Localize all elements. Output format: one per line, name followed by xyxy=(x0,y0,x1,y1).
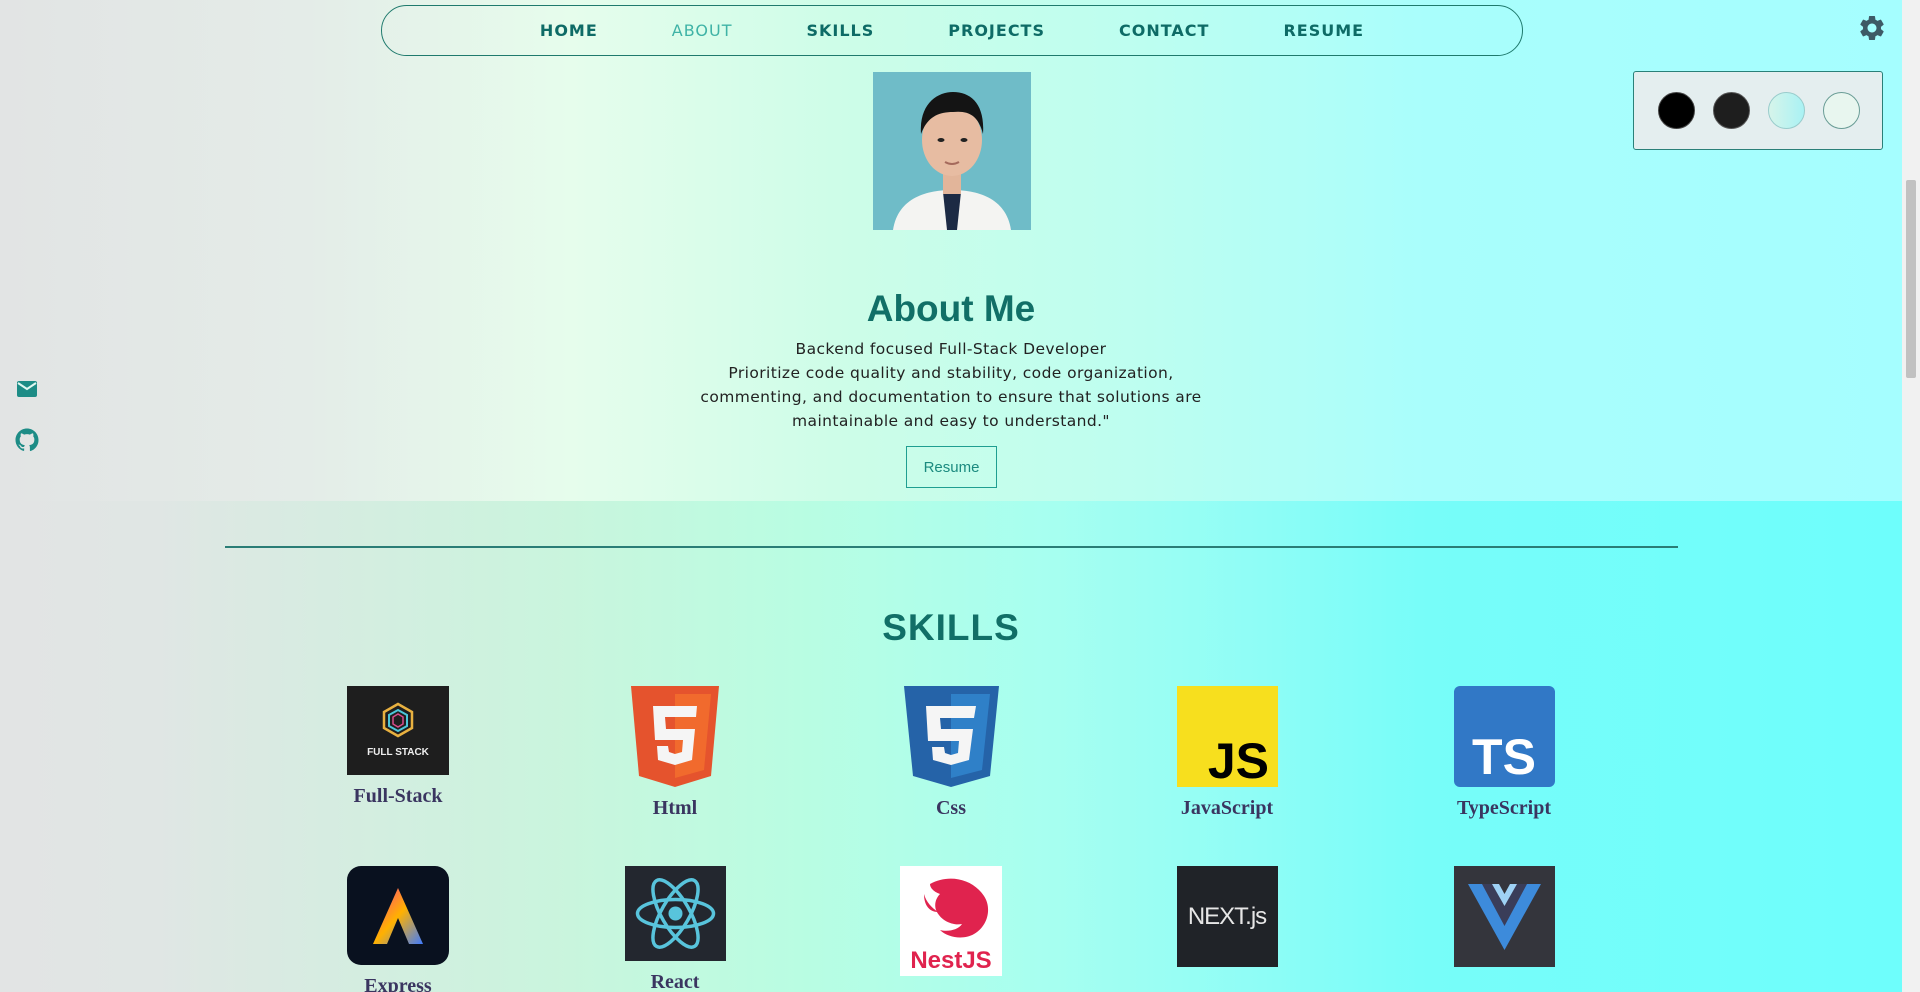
theme-swatch-dark[interactable] xyxy=(1713,92,1750,129)
typescript-logo: TS xyxy=(1453,686,1555,787)
resume-button[interactable]: Resume xyxy=(906,446,997,488)
skill-css: Css xyxy=(851,686,1051,820)
skill-express: Express xyxy=(298,866,498,992)
fullstack-logo-text: FULL STACK xyxy=(367,747,430,758)
skill-label: JavaScript xyxy=(1180,797,1274,819)
about-line-2: Prioritize code quality and stability, c… xyxy=(728,364,1174,382)
nav-about[interactable]: ABOUT xyxy=(672,21,733,40)
fullstack-logo: FULL STACK xyxy=(347,686,449,775)
about-description: Backend focused Full-Stack Developer Pri… xyxy=(0,337,1902,433)
skill-nextjs: NEXT.js xyxy=(1127,866,1327,967)
react-logo xyxy=(624,866,726,961)
skill-label: Express xyxy=(364,975,432,992)
gear-icon[interactable] xyxy=(1857,13,1887,43)
skill-vue xyxy=(1404,866,1604,967)
theme-picker xyxy=(1633,71,1883,150)
skill-label: React xyxy=(650,971,700,992)
skill-typescript: TS TypeScript xyxy=(1404,686,1604,820)
about-line-3: commenting, and documentation to ensure … xyxy=(700,388,1202,406)
skills-title: SKILLS xyxy=(882,607,1020,648)
nestjs-logo-text: NestJS xyxy=(910,947,991,974)
skill-fullstack: FULL STACK Full-Stack xyxy=(298,686,498,808)
skill-label: TypeScript xyxy=(1456,797,1552,819)
nav-contact[interactable]: CONTACT xyxy=(1119,21,1209,40)
nav-skills[interactable]: SKILLS xyxy=(806,21,874,40)
theme-swatch-light[interactable] xyxy=(1823,92,1860,129)
about-line-1: Backend focused Full-Stack Developer xyxy=(795,340,1107,358)
skill-javascript: JS JavaScript xyxy=(1127,686,1327,820)
nav-home[interactable]: HOME xyxy=(540,21,598,40)
scrollbar-thumb[interactable] xyxy=(1906,180,1916,378)
skill-label: Full-Stack xyxy=(353,785,443,807)
skill-react: React xyxy=(575,866,775,992)
html5-logo xyxy=(631,686,719,787)
skill-label: Html xyxy=(652,797,698,819)
nextjs-logo-text: NEXT.js xyxy=(1187,903,1266,930)
skill-html: Html xyxy=(575,686,775,820)
about-title: About Me xyxy=(866,288,1036,329)
section-divider xyxy=(225,546,1678,548)
scrollbar[interactable] xyxy=(1902,0,1920,992)
vue-logo xyxy=(1453,866,1555,967)
theme-swatch-cyan[interactable] xyxy=(1768,92,1805,129)
css3-logo xyxy=(903,686,999,787)
profile-photo xyxy=(873,72,1031,230)
nestjs-logo: NestJS xyxy=(900,866,1002,976)
nav-projects[interactable]: PROJECTS xyxy=(948,21,1045,40)
ts-logo-text: TS xyxy=(1472,729,1536,785)
skill-nestjs: NestJS xyxy=(851,866,1051,976)
nextjs-logo: NEXT.js xyxy=(1176,866,1278,967)
skill-label: Css xyxy=(935,797,966,819)
nav-resume[interactable]: RESUME xyxy=(1283,21,1364,40)
main-navbar: HOME ABOUT SKILLS PROJECTS CONTACT RESUM… xyxy=(381,5,1523,56)
express-logo xyxy=(347,866,449,965)
about-line-4: maintainable and easy to understand." xyxy=(792,412,1110,430)
theme-swatch-black[interactable] xyxy=(1658,92,1695,129)
js-logo-text: JS xyxy=(1207,733,1268,787)
javascript-logo: JS xyxy=(1176,686,1278,787)
